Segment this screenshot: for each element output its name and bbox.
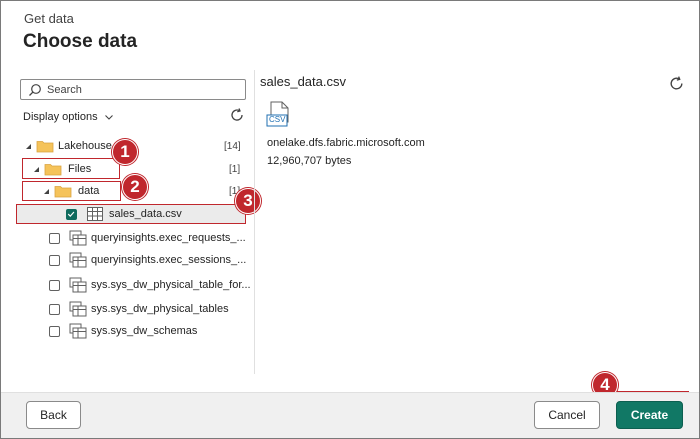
tree-item-table[interactable]: sys.sys_dw_physical_table_for... bbox=[49, 275, 251, 295]
tree-item-label: sys.sys_dw_physical_tables bbox=[91, 303, 229, 315]
csv-file-icon-label: CSV bbox=[269, 115, 286, 124]
caret-down-icon[interactable] bbox=[23, 141, 33, 151]
panel-divider bbox=[254, 70, 255, 374]
checkbox[interactable] bbox=[49, 254, 60, 266]
checkbox[interactable] bbox=[49, 279, 60, 291]
table-stack-icon bbox=[69, 252, 87, 268]
item-count: [1] bbox=[229, 164, 241, 175]
display-options-label: Display options bbox=[23, 111, 98, 123]
search-icon bbox=[29, 84, 41, 96]
table-stack-icon bbox=[69, 277, 87, 293]
search-box[interactable] bbox=[20, 79, 246, 100]
step-marker-1: 1 bbox=[112, 139, 138, 165]
tree-item-table[interactable]: queryinsights.exec_requests_... bbox=[49, 228, 246, 248]
tree-item-table[interactable]: sys.sys_dw_schemas bbox=[49, 321, 197, 341]
create-button[interactable]: Create bbox=[616, 401, 683, 429]
preview-file-size: 12,960,707 bytes bbox=[267, 155, 352, 167]
tree-item-lakehouse[interactable]: Lakehouse bbox=[23, 136, 112, 156]
checkbox[interactable] bbox=[49, 232, 60, 244]
annotation-box-data bbox=[22, 181, 121, 201]
table-stack-icon bbox=[69, 301, 87, 317]
step-marker-3: 3 bbox=[235, 188, 261, 214]
tree-item-table[interactable]: queryinsights.exec_sessions_... bbox=[49, 250, 246, 270]
csv-file-icon: CSV bbox=[266, 101, 292, 129]
annotation-box-files bbox=[22, 158, 120, 179]
tree-item-label: sys.sys_dw_physical_table_for... bbox=[91, 279, 251, 291]
page-title: Choose data bbox=[23, 31, 138, 52]
tree-item-label: queryinsights.exec_sessions_... bbox=[91, 254, 247, 266]
table-stack-icon bbox=[69, 230, 87, 246]
display-options-dropdown[interactable]: Display options bbox=[23, 111, 114, 123]
refresh-icon[interactable] bbox=[229, 107, 245, 123]
checkbox[interactable] bbox=[49, 325, 60, 337]
back-button[interactable]: Back bbox=[26, 401, 81, 429]
step-marker-2: 2 bbox=[122, 174, 148, 200]
tree-item-label: Lakehouse bbox=[58, 140, 112, 152]
cancel-button[interactable]: Cancel bbox=[534, 401, 600, 429]
tree-item-label: queryinsights.exec_requests_... bbox=[91, 232, 246, 244]
tree-item-label: sys.sys_dw_schemas bbox=[91, 325, 198, 337]
dialog-subtitle: Get data bbox=[24, 11, 74, 26]
preview-file-name: sales_data.csv bbox=[260, 74, 346, 89]
folder-icon bbox=[36, 141, 54, 153]
tree-item-table[interactable]: sys.sys_dw_physical_tables bbox=[49, 299, 229, 319]
annotation-box-sales-data bbox=[16, 204, 246, 224]
table-stack-icon bbox=[69, 323, 87, 339]
item-count: [14] bbox=[224, 141, 241, 152]
checkbox[interactable] bbox=[49, 303, 60, 315]
refresh-icon[interactable] bbox=[668, 75, 685, 92]
search-input[interactable] bbox=[47, 82, 237, 97]
preview-file-path: onelake.dfs.fabric.microsoft.com bbox=[267, 137, 425, 149]
chevron-down-icon bbox=[104, 115, 113, 120]
